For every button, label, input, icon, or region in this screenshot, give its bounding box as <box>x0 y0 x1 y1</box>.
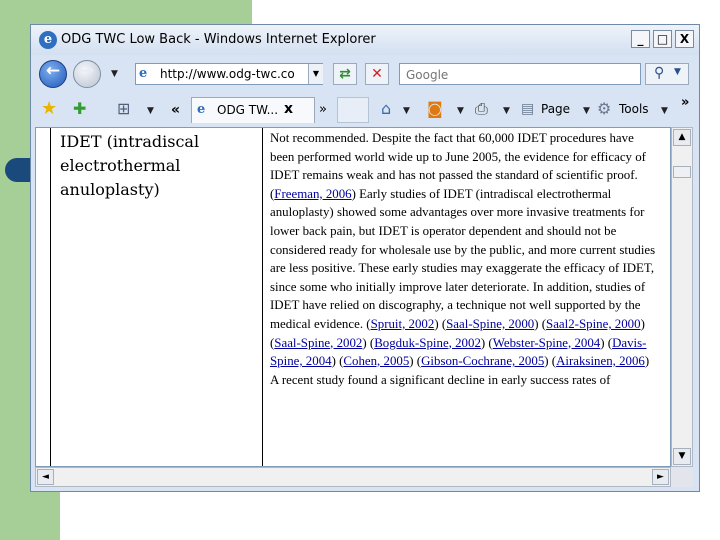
history-button[interactable]: « <box>171 100 180 120</box>
ref-link[interactable]: Cohen, 2005 <box>343 354 409 368</box>
page-icon-menu: ▤ <box>521 101 535 117</box>
horizontal-scrollbar[interactable]: ◄ ► <box>35 467 671 487</box>
slide-bullet <box>5 158 31 182</box>
search-button[interactable]: ⚲ ▼ <box>645 63 689 85</box>
ref-link[interactable]: Freeman, 2006 <box>274 187 351 201</box>
tab-list-dropdown-icon[interactable]: ▼ <box>147 106 154 116</box>
scrollbar-corner <box>671 467 693 487</box>
ref-link[interactable]: Airaksinen, 2006 <box>556 354 645 368</box>
table-border-left <box>50 128 51 466</box>
address-input[interactable]: http://www.odg-twc.co <box>160 67 295 81</box>
text-part: ) ( <box>600 335 613 350</box>
navigation-bar: ← → ▼ e http://www.odg-twc.co ▼ ⇄ ✕ ⚲ ▼ <box>31 55 699 93</box>
tools-menu[interactable]: Tools <box>619 102 649 116</box>
text-part: ) ( <box>362 335 375 350</box>
scroll-thumb[interactable] <box>673 166 691 178</box>
quick-tabs-icon[interactable]: ⊞ <box>117 99 130 119</box>
home-icon[interactable]: ⌂ <box>381 99 391 119</box>
stop-button[interactable]: ✕ <box>365 63 389 85</box>
print-icon[interactable]: ⎙ <box>475 99 488 119</box>
text-part: ) Early studies of IDET (intradiscal ele… <box>270 186 656 331</box>
favorites-star-icon[interactable]: ★ <box>41 99 57 119</box>
address-dropdown-icon[interactable]: ▼ <box>308 64 323 84</box>
page-menu[interactable]: Page <box>541 102 570 116</box>
ref-link[interactable]: Spruit, 2002 <box>371 317 435 331</box>
search-input[interactable] <box>404 65 638 85</box>
ie-logo-icon: e <box>39 31 57 49</box>
tools-dropdown-icon[interactable]: ▼ <box>661 106 668 116</box>
home-dropdown-icon[interactable]: ▼ <box>403 106 410 116</box>
scroll-down-button[interactable]: ▼ <box>673 448 691 465</box>
text-part: ) ( <box>409 354 422 369</box>
tab-close-button[interactable]: x <box>284 101 293 117</box>
ref-link[interactable]: Gibson-Cochrane, 2005 <box>421 354 544 368</box>
feeds-dropdown-icon[interactable]: ▼ <box>457 106 464 116</box>
ref-link[interactable]: Bogduk-Spine, 2002 <box>374 336 481 350</box>
print-dropdown-icon[interactable]: ▼ <box>503 106 510 116</box>
text-part: ) ( <box>544 354 557 369</box>
page-icon: e <box>139 66 148 81</box>
table-row: IDET (intradiscal electrothermal anulopl… <box>36 128 656 466</box>
page-content: IDET (intradiscal electrothermal anulopl… <box>35 127 671 467</box>
text-part: ) ( <box>534 316 547 331</box>
tab-ie-icon: e <box>197 102 206 117</box>
forward-button[interactable]: → <box>73 60 101 88</box>
recommendation-text: Not recommended. Despite the fact that 6… <box>270 129 660 389</box>
ref-link[interactable]: Saal-Spine, 2002 <box>274 336 362 350</box>
scroll-up-button[interactable]: ▲ <box>673 129 691 146</box>
address-bar[interactable]: e http://www.odg-twc.co ▼ <box>135 63 323 85</box>
minimize-button[interactable]: _ <box>631 30 650 48</box>
close-button[interactable]: X <box>675 30 694 48</box>
tools-gear-icon: ⚙ <box>597 99 612 118</box>
vertical-scrollbar[interactable]: ▲ ▼ <box>671 127 693 467</box>
page-dropdown-icon[interactable]: ▼ <box>583 106 590 116</box>
text-part: ) ( <box>480 335 493 350</box>
scroll-left-button[interactable]: ◄ <box>37 469 54 485</box>
title-bar[interactable]: e ODG TWC Low Back - Windows Internet Ex… <box>31 25 699 55</box>
back-button[interactable]: ← <box>39 60 67 88</box>
tab-odg[interactable]: e ODG TW... x <box>191 97 315 123</box>
search-options-dropdown-icon[interactable]: ▼ <box>674 67 681 77</box>
feeds-icon[interactable]: ◙ <box>427 99 443 119</box>
text-part: ) ( <box>434 316 447 331</box>
refresh-button[interactable]: ⇄ <box>333 63 357 85</box>
slide-top-band <box>60 0 252 24</box>
scroll-right-button[interactable]: ► <box>652 469 669 485</box>
row-label: IDET (intradiscal electrothermal anulopl… <box>60 132 200 199</box>
ref-link[interactable]: Saal-Spine, 2000 <box>446 317 534 331</box>
more-tabs-chevron[interactable]: » <box>319 100 327 120</box>
search-box[interactable] <box>399 63 641 85</box>
search-icon: ⚲ <box>654 65 665 81</box>
ref-link[interactable]: Webster-Spine, 2004 <box>493 336 601 350</box>
text-part: ) ( <box>331 354 344 369</box>
table-border-middle <box>262 128 263 466</box>
browser-window: e ODG TWC Low Back - Windows Internet Ex… <box>30 24 700 492</box>
toolbar-overflow-chevron[interactable]: » <box>681 93 689 113</box>
new-tab-button[interactable] <box>337 97 369 123</box>
tab-label: ODG TW... <box>217 103 279 117</box>
add-favorites-icon[interactable]: ✚ <box>73 99 86 119</box>
ref-link[interactable]: Saal2-Spine, 2000 <box>546 317 641 331</box>
command-bar: ★ ✚ ⊞ ▼ « e ODG TW... x » ⌂ ▼ ◙ ▼ ⎙ ▼ ▤ … <box>31 93 699 127</box>
recent-pages-dropdown-icon[interactable]: ▼ <box>111 69 118 79</box>
window-title: ODG TWC Low Back - Windows Internet Expl… <box>61 32 376 47</box>
maximize-button[interactable]: □ <box>653 30 672 48</box>
